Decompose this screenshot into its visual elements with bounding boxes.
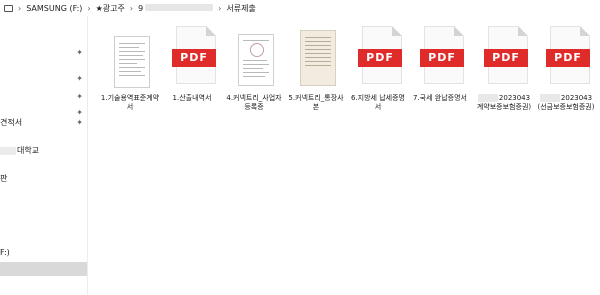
document-thumbnail [286,26,346,88]
pc-icon [4,4,13,12]
sidebar-item-label: 판 [0,174,8,183]
sidebar-item-label: 대학교 [0,144,39,158]
sidebar-item-quote[interactable]: 견적서 ✦ [0,116,87,130]
file-item[interactable]: 1.기술용역표준계약서 [100,26,160,131]
pdf-icon: PDF [536,26,596,88]
file-item[interactable]: 4.커넥트리_사업자등록증 [224,26,284,131]
sidebar-item[interactable]: ✦ [0,46,87,60]
pin-icon: ✦ [76,118,83,127]
breadcrumb-folder-2[interactable]: 9 [138,3,214,13]
pdf-icon: PDF [474,26,534,88]
file-item[interactable]: PDF 6.지방세 납세증명서 [348,26,408,131]
sidebar-item[interactable]: ✦ [0,72,87,86]
file-item[interactable]: PDF 1.산출내역서 [162,26,222,131]
file-name: 4.커넥트리_사업자등록증 [226,94,282,111]
pin-icon: ✦ [76,92,83,101]
pdf-icon: PDF [410,26,470,88]
breadcrumb-folder-3[interactable]: 서류제출 [226,3,255,14]
pdf-icon: PDF [162,26,222,88]
file-list-view[interactable]: 1.기술용역표준계약서 PDF 1.산출내역서 4.커넥트리_사업자등록증 5.… [88,16,600,295]
file-name: 1.산출내역서 [172,94,212,102]
address-bar[interactable]: › SAMSUNG (F:) › ★광고주 › 9 › 서류제출 [0,0,600,16]
file-name: 2023043 계약보증보험증권) [476,94,532,111]
navigation-pane[interactable]: ✦ ✦ ✦ ✦ 견적서 ✦ 대학교 판 F:) [0,16,88,295]
sidebar-item-label: 견적서 [0,118,23,127]
file-name: 5.커넥트리_통장사본 [288,94,344,111]
document-thumbnail [100,26,160,88]
pin-icon: ✦ [76,74,83,83]
chevron-right-icon: › [129,3,134,13]
document-thumbnail [224,26,284,88]
chevron-right-icon: › [218,3,222,13]
sidebar-item-pan[interactable]: 판 [0,172,87,186]
pin-icon: ✦ [76,48,83,57]
chevron-right-icon: › [18,3,22,13]
file-name: 2023043 (선금보증보험증권) [537,94,595,111]
file-item[interactable]: 5.커넥트리_통장사본 [286,26,346,131]
file-item[interactable]: PDF 7.국세 완납증명서 [410,26,470,131]
sidebar-item-drive[interactable]: F:) [0,246,87,260]
sidebar-item-label: F:) [0,248,10,257]
file-item[interactable]: PDF 2023043 계약보증보험증권) [474,26,534,131]
sidebar-item-university[interactable]: 대학교 [0,144,87,158]
chevron-right-icon: › [87,3,91,13]
pdf-icon: PDF [348,26,408,88]
file-item[interactable]: PDF 2023043 (선금보증보험증권) [536,26,596,131]
breadcrumb-drive[interactable]: SAMSUNG (F:) [26,4,82,13]
file-name: 7.국세 완납증명서 [413,94,467,102]
sidebar-item-selected[interactable] [0,262,87,276]
sidebar-item[interactable]: ✦ [0,90,87,104]
file-name: 1.기술용역표준계약서 [100,94,160,111]
breadcrumb-folder-1[interactable]: ★광고주 [96,3,125,14]
file-name: 6.지방세 납세증명서 [351,94,405,111]
